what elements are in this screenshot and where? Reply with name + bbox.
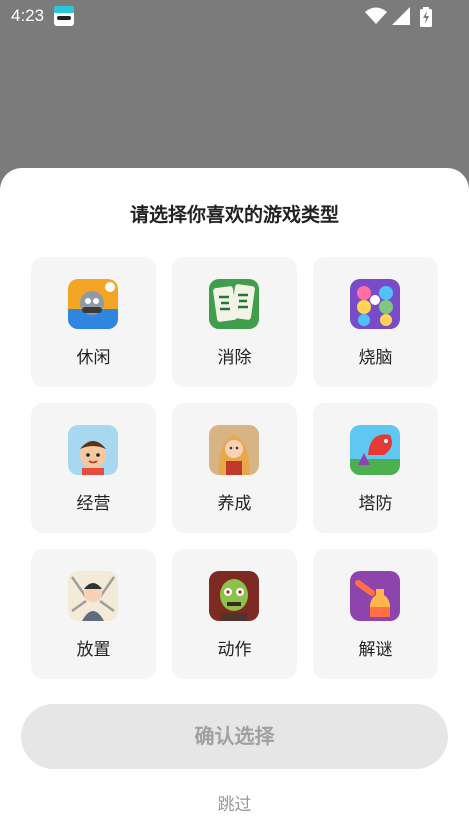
category-card-match[interactable]: 消除 bbox=[172, 257, 297, 387]
category-label: 动作 bbox=[217, 640, 252, 660]
sheet-title: 请选择你喜欢的游戏类型 bbox=[129, 204, 339, 226]
app-notification-icon bbox=[54, 6, 74, 26]
category-card-puzzle[interactable]: 解谜 bbox=[313, 549, 438, 679]
casual-game-icon bbox=[68, 279, 118, 329]
category-label: 休闲 bbox=[76, 348, 111, 368]
category-card-management[interactable]: 经营 bbox=[31, 403, 156, 533]
status-time: 4:23 bbox=[11, 6, 45, 25]
category-card-brain[interactable]: 烧脑 bbox=[313, 257, 438, 387]
mahjong-match-icon bbox=[209, 279, 259, 329]
category-card-action[interactable]: 动作 bbox=[172, 549, 297, 679]
category-card-idle[interactable]: 放置 bbox=[31, 549, 156, 679]
skip-button[interactable]: 跳过 bbox=[0, 790, 469, 815]
game-type-sheet: 请选择你喜欢的游戏类型 休闲 消除 烧脑 经营 养成 塔防 放置 动作 解谜 确… bbox=[0, 168, 469, 834]
puzzle-ring-icon bbox=[350, 279, 400, 329]
category-grid: 休闲 消除 烧脑 经营 养成 塔防 放置 动作 解谜 bbox=[31, 257, 438, 679]
category-card-tower-defense[interactable]: 塔防 bbox=[313, 403, 438, 533]
cell-signal-icon bbox=[392, 7, 410, 25]
status-bar: 4:23 bbox=[0, 0, 469, 34]
category-label: 放置 bbox=[76, 640, 111, 660]
idle-swordsman-icon bbox=[68, 571, 118, 621]
confirm-selection-button[interactable]: 确认选择 bbox=[21, 704, 448, 769]
category-card-raising[interactable]: 养成 bbox=[172, 403, 297, 533]
raising-girl-icon bbox=[209, 425, 259, 475]
category-label: 塔防 bbox=[358, 494, 393, 514]
wifi-icon bbox=[365, 7, 387, 24]
category-label: 经营 bbox=[76, 494, 111, 514]
category-label: 解谜 bbox=[358, 640, 393, 660]
bottle-pour-icon bbox=[350, 571, 400, 621]
tower-defense-dragon-icon bbox=[350, 425, 400, 475]
category-label: 烧脑 bbox=[358, 348, 393, 368]
category-card-casual[interactable]: 休闲 bbox=[31, 257, 156, 387]
battery-charging-icon bbox=[420, 7, 432, 27]
zombie-action-icon bbox=[209, 571, 259, 621]
category-label: 消除 bbox=[217, 348, 252, 368]
category-label: 养成 bbox=[217, 494, 252, 514]
management-boy-icon bbox=[68, 425, 118, 475]
